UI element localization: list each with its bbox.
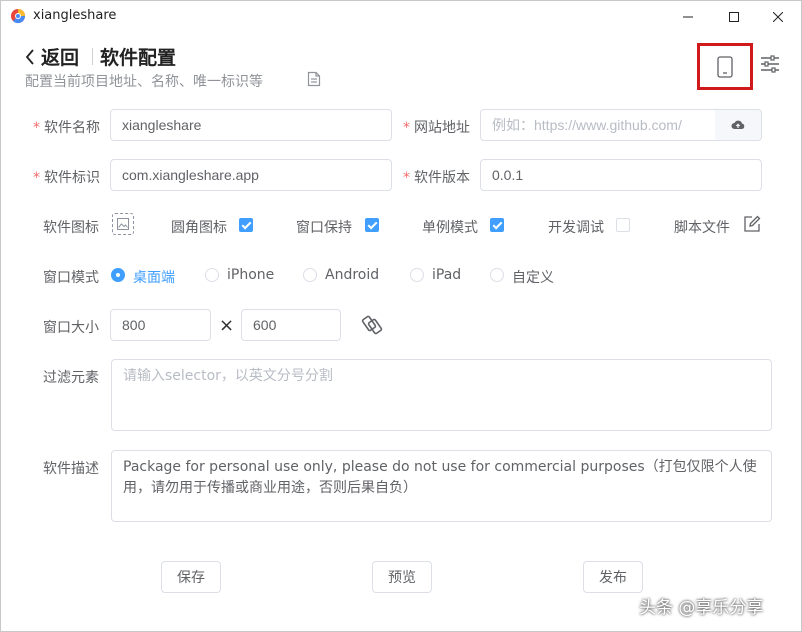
preview-button[interactable]: 预览	[372, 561, 432, 593]
single-instance-checkbox[interactable]	[490, 218, 504, 232]
back-button[interactable]: 返回	[25, 43, 79, 70]
radio-ipad-label[interactable]: iPad	[432, 267, 461, 283]
rounded-icon-checkbox[interactable]	[239, 218, 253, 232]
size-separator: ×	[219, 315, 235, 336]
keep-window-checkbox[interactable]	[365, 218, 379, 232]
name-label: * 软件名称	[33, 117, 100, 137]
single-instance-label: 单例模式	[422, 220, 478, 236]
description-textarea[interactable]: Package for personal use only, please do…	[111, 450, 772, 522]
close-icon	[773, 11, 783, 22]
device-preview-button[interactable]	[697, 43, 753, 90]
maximize-button[interactable]	[711, 1, 757, 32]
required-mark: *	[403, 170, 410, 186]
required-mark: *	[33, 120, 40, 136]
identifier-input[interactable]	[110, 159, 392, 191]
window-title: xiangleshare	[33, 8, 117, 23]
sliders-icon[interactable]	[760, 55, 780, 73]
version-input[interactable]	[480, 159, 762, 191]
keep-window-label: 窗口保持	[296, 220, 352, 236]
close-button[interactable]	[755, 1, 801, 32]
rounded-icon-label: 圆角图标	[171, 220, 227, 236]
app-logo-icon	[11, 9, 26, 24]
window-size-label: 窗口大小	[43, 320, 99, 336]
page-title: 软件配置	[100, 47, 177, 69]
url-label-text: 网站地址	[414, 120, 470, 136]
window-width-input[interactable]	[110, 309, 211, 341]
icon-label: 软件图标	[43, 220, 99, 236]
maximize-icon	[729, 11, 739, 22]
name-label-text: 软件名称	[44, 120, 100, 136]
edit-icon[interactable]	[743, 215, 761, 233]
header-divider	[92, 48, 93, 65]
image-icon	[117, 218, 129, 230]
required-mark: *	[33, 170, 40, 186]
radio-iphone-label[interactable]: iPhone	[227, 267, 274, 283]
filter-textarea[interactable]	[111, 359, 772, 431]
save-button[interactable]: 保存	[161, 561, 221, 593]
description-label: 软件描述	[43, 461, 99, 477]
swap-icon[interactable]	[361, 314, 383, 336]
app-window: xiangleshare 返回 软件配置 配置当前项目地址、名称、唯一标识等 *…	[0, 0, 802, 632]
name-input[interactable]	[110, 109, 392, 141]
version-label: * 软件版本	[403, 167, 470, 187]
radio-custom[interactable]	[490, 268, 504, 282]
identifier-label: * 软件标识	[33, 167, 100, 187]
back-label: 返回	[41, 47, 80, 69]
icon-upload-button[interactable]	[112, 213, 134, 235]
upload-cloud-icon	[731, 120, 745, 129]
radio-android-label[interactable]: Android	[325, 267, 379, 283]
debug-checkbox[interactable]	[616, 218, 630, 232]
title-bar: xiangleshare	[1, 1, 801, 32]
radio-desktop-label[interactable]: 桌面端	[133, 267, 175, 287]
chevron-left-icon	[25, 48, 34, 65]
radio-iphone[interactable]	[205, 268, 219, 282]
watermark: 头条 @享乐分享	[639, 598, 764, 618]
fetch-url-button[interactable]	[715, 109, 762, 141]
minimize-button[interactable]	[665, 1, 711, 32]
phone-icon	[717, 55, 733, 78]
required-mark: *	[403, 120, 410, 136]
version-label-text: 软件版本	[414, 170, 470, 186]
script-file-label: 脚本文件	[674, 220, 730, 236]
minimize-icon	[683, 16, 693, 17]
publish-button[interactable]: 发布	[583, 561, 643, 593]
radio-android[interactable]	[303, 268, 317, 282]
radio-ipad[interactable]	[410, 268, 424, 282]
url-label: * 网站地址	[403, 117, 470, 137]
radio-custom-label[interactable]: 自定义	[512, 267, 554, 287]
window-height-input[interactable]	[241, 309, 341, 341]
debug-label: 开发调试	[548, 220, 604, 236]
url-input[interactable]	[480, 109, 716, 141]
page-subtitle: 配置当前项目地址、名称、唯一标识等	[25, 74, 263, 90]
identifier-label-text: 软件标识	[44, 170, 100, 186]
window-mode-label: 窗口模式	[43, 270, 99, 286]
document-icon[interactable]	[307, 71, 321, 87]
filter-label: 过滤元素	[43, 370, 99, 386]
radio-desktop[interactable]	[111, 268, 125, 282]
